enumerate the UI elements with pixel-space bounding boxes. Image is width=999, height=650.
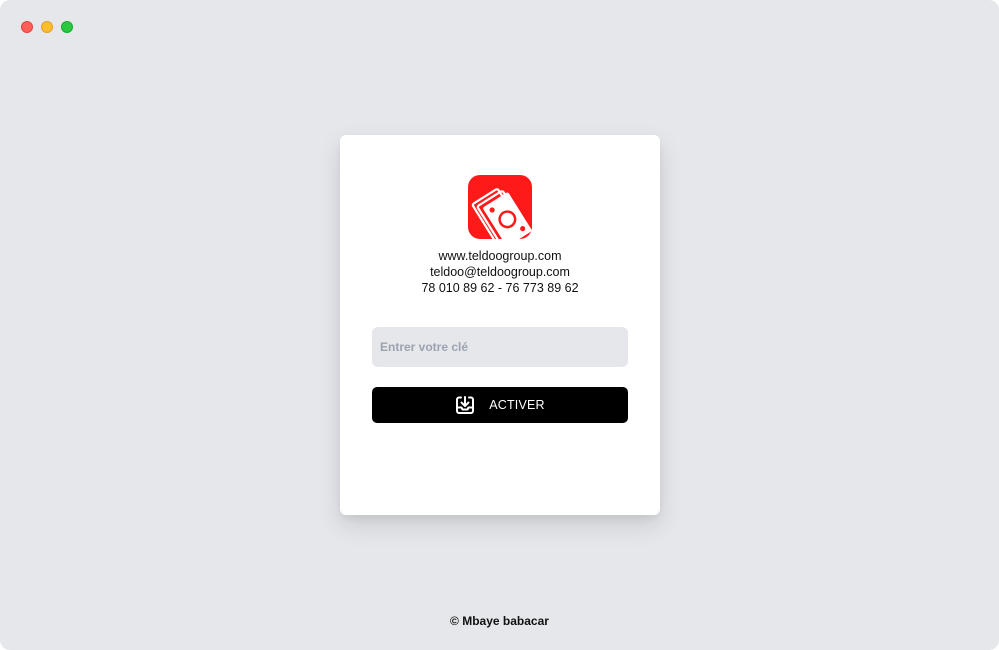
activate-button[interactable]: ACTIVER (372, 387, 628, 423)
email-text: teldoo@teldoogroup.com (430, 265, 570, 279)
close-window-button[interactable] (21, 21, 33, 33)
contact-info: www.teldoogroup.com teldoo@teldoogroup.c… (340, 248, 660, 296)
copyright-footer: © Mbaye babacar (450, 614, 549, 628)
maximize-window-button[interactable] (61, 21, 73, 33)
window-controls (21, 21, 73, 33)
minimize-window-button[interactable] (41, 21, 53, 33)
money-bills-icon (468, 175, 532, 239)
activation-card: www.teldoogroup.com teldoo@teldoogroup.c… (340, 135, 660, 515)
website-text: www.teldoogroup.com (438, 249, 562, 263)
download-tray-icon (455, 395, 475, 415)
app-window: www.teldoogroup.com teldoo@teldoogroup.c… (0, 0, 999, 650)
license-key-input[interactable] (372, 327, 628, 367)
activate-button-label: ACTIVER (489, 398, 545, 412)
phone-text: 78 010 89 62 - 76 773 89 62 (421, 281, 579, 295)
